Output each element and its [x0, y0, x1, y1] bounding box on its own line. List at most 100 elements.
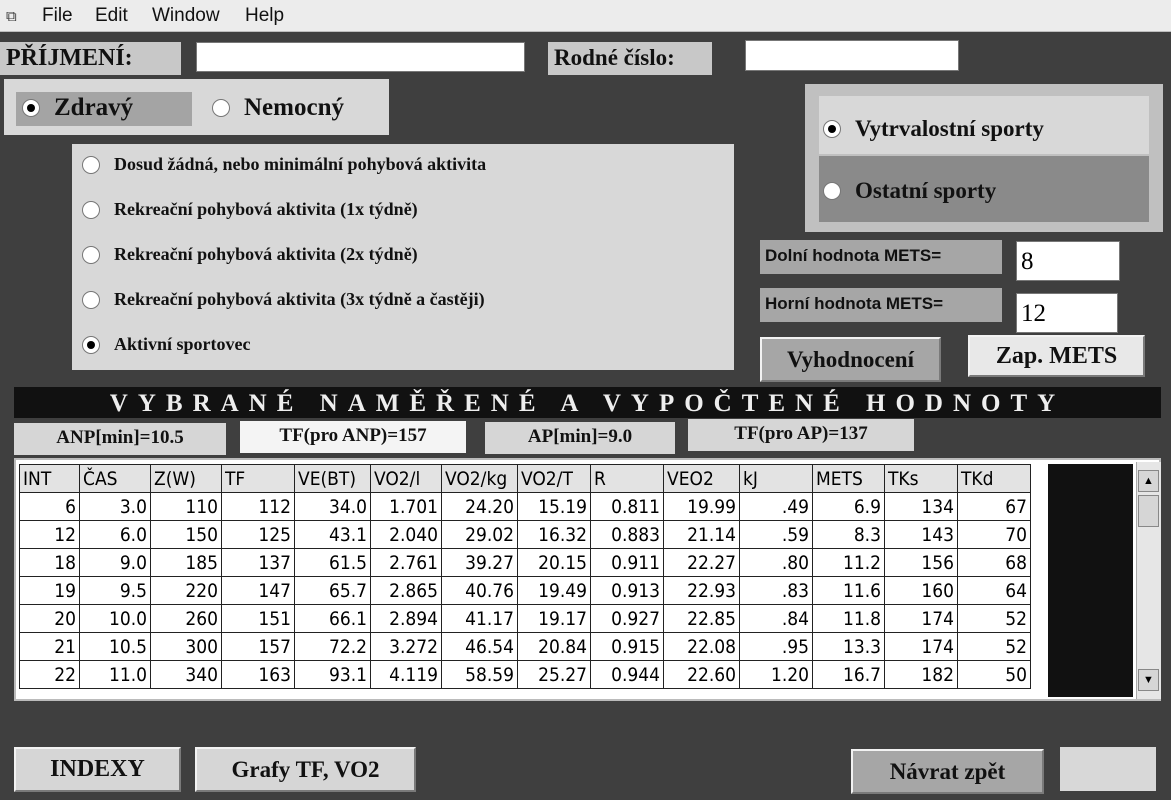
- table-cell[interactable]: 15.19: [517, 492, 591, 521]
- table-cell[interactable]: 72.2: [294, 632, 371, 661]
- graphs-button[interactable]: Grafy TF, VO2: [195, 747, 416, 792]
- table-cell[interactable]: 12: [19, 520, 80, 549]
- table-cell[interactable]: 340: [150, 660, 222, 689]
- activity-option-1x[interactable]: Rekreační pohybová aktivita (1x týdně): [82, 199, 418, 220]
- table-cell[interactable]: 3.272: [370, 632, 442, 661]
- table-row[interactable]: 18 9.0 185 137 61.5 2.761 39.27 20.15 0.911 22.27…: [19, 548, 1031, 577]
- table-cell[interactable]: 163: [221, 660, 295, 689]
- vertical-scrollbar[interactable]: ▲ ▼: [1136, 462, 1161, 699]
- column-header[interactable]: TKd: [957, 464, 1031, 493]
- column-header[interactable]: kJ: [739, 464, 813, 493]
- table-cell[interactable]: 0.911: [590, 548, 664, 577]
- table-cell[interactable]: 19.17: [517, 604, 591, 633]
- table-cell[interactable]: 19.99: [663, 492, 740, 521]
- table-cell[interactable]: 22.60: [663, 660, 740, 689]
- table-cell[interactable]: 66.1: [294, 604, 371, 633]
- table-cell[interactable]: 70: [957, 520, 1031, 549]
- table-cell[interactable]: 147: [221, 576, 295, 605]
- table-cell[interactable]: 22: [19, 660, 80, 689]
- column-header[interactable]: VO2/l: [370, 464, 442, 493]
- write-mets-button[interactable]: Zap. METS: [968, 335, 1145, 377]
- table-cell[interactable]: 110: [150, 492, 222, 521]
- column-header[interactable]: VEO2: [663, 464, 740, 493]
- table-cell[interactable]: 29.02: [441, 520, 518, 549]
- table-cell[interactable]: 137: [221, 548, 295, 577]
- column-header[interactable]: VE(BT): [294, 464, 371, 493]
- column-header[interactable]: INT: [19, 464, 80, 493]
- column-header[interactable]: TKs: [884, 464, 958, 493]
- table-cell[interactable]: 40.76: [441, 576, 518, 605]
- app-window-icon[interactable]: ⧉: [6, 8, 17, 25]
- table-cell[interactable]: 143: [884, 520, 958, 549]
- table-cell[interactable]: 20.15: [517, 548, 591, 577]
- table-cell[interactable]: 50: [957, 660, 1031, 689]
- table-cell[interactable]: 185: [150, 548, 222, 577]
- table-cell[interactable]: 24.20: [441, 492, 518, 521]
- table-cell[interactable]: 150: [150, 520, 222, 549]
- table-cell[interactable]: 0.915: [590, 632, 664, 661]
- table-cell[interactable]: 25.27: [517, 660, 591, 689]
- table-cell[interactable]: 2.761: [370, 548, 442, 577]
- endurance-option[interactable]: Vytrvalostní sporty: [823, 116, 1044, 142]
- table-cell[interactable]: 156: [884, 548, 958, 577]
- table-cell[interactable]: 6.0: [79, 520, 151, 549]
- table-cell[interactable]: 68: [957, 548, 1031, 577]
- table-cell[interactable]: 3.0: [79, 492, 151, 521]
- table-cell[interactable]: .80: [739, 548, 813, 577]
- table-cell[interactable]: 34.0: [294, 492, 371, 521]
- table-cell[interactable]: 11.0: [79, 660, 151, 689]
- table-cell[interactable]: 22.27: [663, 548, 740, 577]
- column-header[interactable]: Z(W): [150, 464, 222, 493]
- table-cell[interactable]: .95: [739, 632, 813, 661]
- healthy-option[interactable]: Zdravý: [22, 94, 133, 122]
- table-cell[interactable]: 0.811: [590, 492, 664, 521]
- scroll-up-icon[interactable]: ▲: [1138, 470, 1159, 492]
- scroll-down-icon[interactable]: ▼: [1138, 669, 1159, 691]
- table-cell[interactable]: 8.3: [812, 520, 885, 549]
- table-cell[interactable]: 174: [884, 632, 958, 661]
- column-header[interactable]: METS: [812, 464, 885, 493]
- table-cell[interactable]: 0.883: [590, 520, 664, 549]
- table-cell[interactable]: 4.119: [370, 660, 442, 689]
- birth-number-input[interactable]: [745, 40, 959, 71]
- mets-upper-input[interactable]: 12: [1016, 293, 1118, 333]
- table-cell[interactable]: 0.913: [590, 576, 664, 605]
- table-row[interactable]: 20 10.0 260 151 66.1 2.894 41.17 19.17 0.927 22.8…: [19, 604, 1031, 633]
- table-row[interactable]: 12 6.0 150 125 43.1 2.040 29.02 16.32 0.883 21.14…: [19, 520, 1031, 549]
- table-cell[interactable]: 61.5: [294, 548, 371, 577]
- table-row[interactable]: 6 3.0 110 112 34.0 1.701 24.20 15.19 0.811 19.99.…: [19, 492, 1031, 521]
- table-cell[interactable]: 174: [884, 604, 958, 633]
- column-header[interactable]: R: [590, 464, 664, 493]
- table-cell[interactable]: 9.5: [79, 576, 151, 605]
- column-header[interactable]: ČAS: [79, 464, 151, 493]
- activity-option-none[interactable]: Dosud žádná, nebo minimální pohybová akt…: [82, 154, 486, 175]
- table-cell[interactable]: 41.17: [441, 604, 518, 633]
- table-cell[interactable]: 93.1: [294, 660, 371, 689]
- table-cell[interactable]: 22.93: [663, 576, 740, 605]
- table-cell[interactable]: 22.85: [663, 604, 740, 633]
- table-cell[interactable]: 10.5: [79, 632, 151, 661]
- table-cell[interactable]: 16.32: [517, 520, 591, 549]
- table-cell[interactable]: 11.2: [812, 548, 885, 577]
- table-cell[interactable]: 58.59: [441, 660, 518, 689]
- table-row[interactable]: 21 10.5 300 157 72.2 3.272 46.54 20.84 0.915 22.0…: [19, 632, 1031, 661]
- table-cell[interactable]: 134: [884, 492, 958, 521]
- table-cell[interactable]: 220: [150, 576, 222, 605]
- table-cell[interactable]: 0.944: [590, 660, 664, 689]
- sick-radio[interactable]: [212, 99, 230, 117]
- table-cell[interactable]: 11.8: [812, 604, 885, 633]
- endurance-radio[interactable]: [823, 120, 841, 138]
- table-cell[interactable]: 160: [884, 576, 958, 605]
- table-cell[interactable]: 19: [19, 576, 80, 605]
- activity-option-athlete[interactable]: Aktivní sportovec: [82, 334, 251, 355]
- sick-option[interactable]: Nemocný: [212, 94, 344, 122]
- table-cell[interactable]: .59: [739, 520, 813, 549]
- table-row[interactable]: 19 9.5 220 147 65.7 2.865 40.76 19.49 0.913 22.93…: [19, 576, 1031, 605]
- table-cell[interactable]: 2.040: [370, 520, 442, 549]
- table-cell[interactable]: 21.14: [663, 520, 740, 549]
- menu-window[interactable]: Window: [152, 5, 220, 27]
- table-cell[interactable]: 21: [19, 632, 80, 661]
- table-cell[interactable]: 52: [957, 604, 1031, 633]
- table-cell[interactable]: 2.865: [370, 576, 442, 605]
- indexes-button[interactable]: INDEXY: [14, 747, 181, 792]
